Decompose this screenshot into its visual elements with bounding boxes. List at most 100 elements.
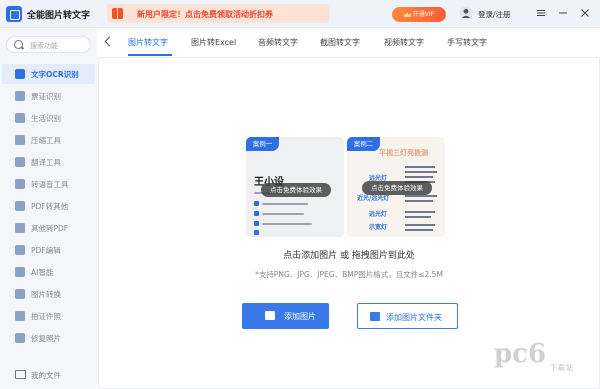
check-icon: [254, 201, 259, 206]
sidebar-item-text-ocr[interactable]: 文字OCR识别: [2, 64, 95, 84]
title-bar: 全能图片转文字 新用户限定！点击免费领取活动折扣券 开通VIP 登录/注册: [0, 0, 600, 28]
sidebar-item-label: 票证识别: [31, 92, 61, 101]
add-image-label: 添加图片: [284, 312, 316, 321]
life-icon: [15, 113, 25, 123]
sidebar-item-pdf-edit[interactable]: PDF编辑: [2, 240, 95, 260]
active-tab-indicator: [128, 54, 172, 56]
sidebar-item-label: 其他转PDF: [31, 224, 69, 233]
case-tag: 案例二: [347, 137, 380, 151]
tab-image-to-text[interactable]: 图片转文字: [128, 37, 168, 48]
card-text-line: [405, 216, 431, 218]
sidebar-item-speech[interactable]: 转语音工具: [2, 174, 95, 194]
sidebar-item-photo-repair[interactable]: 修复照片: [2, 328, 95, 348]
add-folder-button[interactable]: 添加图片文件夹: [357, 303, 458, 329]
ticket-icon: [15, 91, 25, 101]
search-input[interactable]: 搜索功能: [6, 36, 91, 53]
close-icon[interactable]: [580, 8, 590, 18]
menu-icon[interactable]: [536, 8, 546, 18]
sidebar-item-id-photo[interactable]: 拍证件照: [2, 306, 95, 326]
sidebar-item-label: PDF转其他: [31, 202, 69, 211]
tab-handwriting-to-text[interactable]: 手写转文字: [447, 37, 487, 48]
crown-icon: [403, 12, 411, 17]
case-tag: 案例一: [246, 137, 279, 151]
minimize-icon[interactable]: [558, 8, 568, 18]
sidebar-item-ai[interactable]: AI智能: [2, 262, 95, 282]
promo-banner[interactable]: 新用户限定！点击免费领取活动折扣券: [107, 4, 329, 23]
sidebar-item-label: 转语音工具: [31, 180, 69, 189]
sidebar-item-label: 翻译工具: [31, 158, 61, 167]
card-text-line: [405, 200, 433, 202]
check-icon: [254, 211, 259, 216]
add-image-button[interactable]: 添加图片: [242, 303, 329, 329]
ai-icon: [15, 267, 25, 277]
sidebar-item-label: 拍证件照: [31, 312, 61, 321]
example-card-1[interactable]: 案例一 王小设 点击免费体验效果: [246, 137, 344, 237]
watermark-icon: 下载站: [550, 364, 574, 372]
speech-icon: [15, 179, 25, 189]
watermark-icon: pc6: [494, 339, 547, 369]
sidebar-item-other-to-pdf[interactable]: 其他转PDF: [2, 218, 95, 238]
sidebar-item-translate[interactable]: 翻译工具: [2, 152, 95, 172]
app-logo-icon: [6, 6, 22, 22]
drop-hint: 点击添加图片 或 拖拽图片到此处: [283, 251, 415, 261]
check-icon: [254, 221, 259, 226]
format-hint: *支持PNG、JPG、JPEG、BMP图片格式，且文件≤2.5M: [255, 270, 443, 279]
tab-image-to-excel[interactable]: 图片转Excel: [191, 37, 236, 48]
translate-icon: [15, 157, 25, 167]
tab-video-to-text[interactable]: 视频转文字: [384, 37, 424, 48]
my-files-label: 我的文件: [31, 371, 61, 380]
promo-text: 新用户限定！点击免费领取活动折扣券: [137, 10, 273, 19]
sidebar-item-life[interactable]: 生活识别: [2, 108, 95, 128]
card2-title: 平视三灯亮拨测: [379, 149, 428, 157]
card-text-line: [405, 211, 435, 213]
sidebar-item-pdf-to-other[interactable]: PDF转其他: [2, 196, 95, 216]
check-icon: [254, 230, 259, 235]
my-files-button[interactable]: 我的文件: [2, 365, 95, 385]
card-text-line: [405, 166, 435, 168]
id-photo-icon: [15, 311, 25, 321]
card-text-line: [262, 213, 304, 215]
card-text-line: [405, 171, 437, 173]
example-card-2[interactable]: 案例二 平视三灯亮拨测 远光灯 近光/远光灯 远光灯 示宽灯 点击免费体验效果: [347, 137, 445, 237]
card2-label: 远光灯: [369, 211, 388, 218]
sidebar-item-label: 修复照片: [31, 334, 61, 343]
user-avatar-icon[interactable]: [459, 6, 473, 20]
card-text-line: [405, 176, 433, 178]
sidebar-item-label: 压缩工具: [31, 136, 61, 145]
sidebar-item-label: 生活识别: [31, 114, 61, 123]
folder-icon: [15, 370, 26, 379]
to-pdf-icon: [15, 223, 25, 233]
image-icon: [265, 311, 275, 320]
card-text-line: [405, 229, 433, 231]
image-convert-icon: [15, 289, 25, 299]
text-ocr-icon: [15, 69, 25, 79]
search-icon: [14, 40, 23, 49]
add-folder-label: 添加图片文件夹: [386, 313, 442, 322]
try-effect-button[interactable]: 点击免费体验效果: [362, 181, 432, 195]
vip-button[interactable]: 开通VIP: [392, 7, 446, 22]
sidebar-item-image-convert[interactable]: 图片转换: [2, 284, 95, 304]
compress-icon: [15, 135, 25, 145]
sidebar-item-label: PDF编辑: [31, 246, 61, 255]
pdf-icon: [15, 201, 25, 211]
tab-bar: 图片转文字 图片转Excel 音频转文字 截图转文字 视频转文字 手写转文字: [98, 29, 600, 57]
card-text-line: [262, 203, 308, 205]
login-register-link[interactable]: 登录/注册: [478, 9, 511, 20]
sidebar-item-ticket[interactable]: 票证识别: [2, 86, 95, 106]
sidebar-item-compress[interactable]: 压缩工具: [2, 130, 95, 150]
back-arrow-icon[interactable]: [104, 36, 115, 47]
gift-icon: [112, 8, 123, 19]
card-text-line: [262, 223, 312, 225]
sidebar-item-label: AI智能: [31, 268, 54, 277]
photo-repair-icon: [15, 333, 25, 343]
try-effect-button[interactable]: 点击免费体验效果: [261, 183, 331, 197]
tab-audio-to-text[interactable]: 音频转文字: [258, 37, 298, 48]
card2-label: 示宽灯: [369, 224, 388, 231]
sidebar-item-label: 图片转换: [31, 290, 61, 299]
app-title: 全能图片转文字: [27, 11, 91, 21]
sidebar-item-label: 文字OCR识别: [31, 70, 79, 79]
sidebar: 搜索功能 文字OCR识别 票证识别 生活识别 压缩工具 翻译工具 转语音工具 P…: [0, 29, 97, 389]
folder-plus-icon: [370, 312, 380, 321]
tab-screenshot-to-text[interactable]: 截图转文字: [320, 37, 360, 48]
card-text-line: [405, 224, 435, 226]
